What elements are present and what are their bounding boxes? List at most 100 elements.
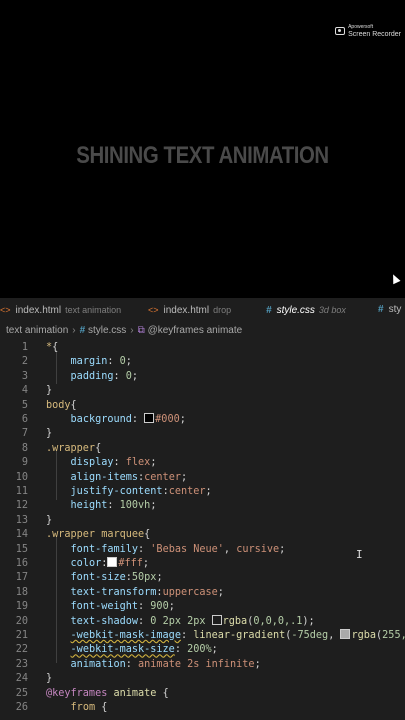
tab-index-html-drop[interactable]: <> index.html drop <box>148 298 237 322</box>
code-line[interactable]: 9 display: flex; <box>0 456 405 470</box>
code-line[interactable]: 1 *{ <box>0 341 405 355</box>
chevron-right-icon: › <box>72 325 76 336</box>
code-line[interactable]: 12 height: 100vh; <box>0 499 405 513</box>
code-text[interactable]: -webkit-mask-size: 200%; <box>46 643 218 657</box>
code-line[interactable]: 17 font-size:50px; <box>0 571 405 585</box>
symbol-keyframes-icon: ⧉ <box>137 325 145 336</box>
css-hash-icon: # <box>378 304 384 315</box>
code-text[interactable]: -webkit-mask-image: linear-gradient(-75d… <box>46 629 405 643</box>
code-text[interactable]: text-transform:uppercase; <box>46 586 224 600</box>
code-text[interactable]: font-weight: 900; <box>46 600 175 614</box>
chevron-right-icon: › <box>130 325 134 336</box>
shining-text-headline: SHINING TEXT ANIMATION <box>76 142 329 169</box>
code-text[interactable]: margin: 0; <box>46 355 132 369</box>
code-text[interactable]: @keyframes animate { <box>46 687 169 701</box>
code-line[interactable]: 20 text-shadow: 0 2px 2px rgba(0,0,0,.1)… <box>0 614 405 629</box>
code-text[interactable]: } <box>46 672 52 686</box>
code-text[interactable]: color: #fff; <box>46 557 149 571</box>
line-number: 19 <box>15 601 28 613</box>
tab-style-css-3d-box[interactable]: # style.css 3d box <box>266 298 352 322</box>
line-number: 18 <box>15 586 28 598</box>
code-text[interactable]: display: flex; <box>46 456 157 470</box>
line-number: 7 <box>21 428 28 440</box>
line-number: 13 <box>15 514 28 526</box>
line-number: 25 <box>15 687 28 699</box>
code-text[interactable]: } <box>46 514 52 528</box>
code-line[interactable]: 18 text-transform:uppercase; <box>0 586 405 600</box>
code-line[interactable]: 10 align-items:center; <box>0 471 405 485</box>
code-text[interactable]: justify-content:center; <box>46 485 212 499</box>
code-line[interactable]: 15 font-family: 'Bebas Neue', cursive; <box>0 543 405 557</box>
code-text[interactable]: from { <box>46 701 108 715</box>
line-number: 20 <box>15 615 28 627</box>
code-line[interactable]: 16 color: #fff; <box>0 557 405 571</box>
code-text[interactable]: padding: 0; <box>46 370 139 384</box>
code-text[interactable]: body{ <box>46 399 77 413</box>
breadcrumb: text animation › # style.css › ⧉ @keyframes … <box>0 322 405 340</box>
code-text[interactable]: background: #000; <box>46 413 186 427</box>
tab-index-html-text-animation[interactable]: <> index.html text animation <box>0 298 127 322</box>
html-code-icon: <> <box>0 305 11 315</box>
code-text[interactable]: font-size:50px; <box>46 571 163 585</box>
code-text[interactable]: font-family: 'Bebas Neue', cursive; <box>46 543 286 557</box>
line-number: 23 <box>15 658 28 670</box>
code-text[interactable]: animation: animate 2s infinite; <box>46 658 261 672</box>
code-line[interactable]: 2 margin: 0; <box>0 355 405 369</box>
code-text[interactable]: .wrapper{ <box>46 442 101 456</box>
line-number: 12 <box>15 500 28 512</box>
line-number: 14 <box>15 529 28 541</box>
code-line[interactable]: 5 body{ <box>0 399 405 413</box>
line-number: 16 <box>15 558 28 569</box>
code-line[interactable]: 25 @keyframes animate { <box>0 687 405 701</box>
line-number: 9 <box>21 457 28 469</box>
line-number: 17 <box>15 572 28 584</box>
code-text[interactable]: height: 100vh; <box>46 499 157 513</box>
browser-preview: Apowersoft Screen Recorder SHINING TEXT … <box>0 0 405 298</box>
breadcrumb-file[interactable]: style.css <box>88 325 126 336</box>
line-number: 4 <box>21 385 28 397</box>
code-text[interactable]: *{ <box>46 341 58 355</box>
mouse-pointer-icon <box>389 272 401 285</box>
css-hash-icon: # <box>266 305 272 316</box>
line-number: 2 <box>21 356 28 368</box>
code-text[interactable]: } <box>46 384 52 398</box>
screen-recorder-badge: Apowersoft Screen Recorder <box>335 24 401 38</box>
code-line[interactable]: 21 -webkit-mask-image: linear-gradient(-… <box>0 629 405 643</box>
code-line[interactable]: 11 justify-content:center; <box>0 485 405 499</box>
line-number: 21 <box>15 630 28 641</box>
line-number: 26 <box>15 702 28 713</box>
code-line[interactable]: 24} <box>0 672 405 686</box>
code-editor[interactable]: I 1 *{2 margin: 0; 3 padding: 0; 4} 5 body{6 … <box>0 340 405 720</box>
code-text[interactable]: text-shadow: 0 2px 2px rgba(0,0,0,.1); <box>46 614 315 629</box>
line-number: 5 <box>21 399 28 411</box>
code-line[interactable]: 13} <box>0 514 405 528</box>
code-line[interactable]: 4} <box>0 384 405 398</box>
line-number: 8 <box>21 442 28 454</box>
line-number: 3 <box>21 370 28 382</box>
code-line[interactable]: 3 padding: 0; <box>0 370 405 384</box>
line-number: 22 <box>15 644 28 656</box>
code-line[interactable]: 23 animation: animate 2s infinite; <box>0 658 405 672</box>
breadcrumb-folder[interactable]: text animation <box>6 325 68 336</box>
code-text[interactable]: .wrapper marquee{ <box>46 528 150 542</box>
code-line[interactable]: 7} <box>0 427 405 441</box>
code-line[interactable]: 14 .wrapper marquee{ <box>0 528 405 542</box>
code-line[interactable]: 19 font-weight: 900; <box>0 600 405 614</box>
breadcrumb-symbol[interactable]: @keyframes animate <box>148 325 243 336</box>
code-text[interactable]: } <box>46 427 52 441</box>
code-line[interactable]: 22 -webkit-mask-size: 200%; <box>0 643 405 657</box>
line-number: 1 <box>21 342 28 353</box>
line-number: 11 <box>15 486 28 497</box>
recorder-brand: Apowersoft <box>348 24 374 30</box>
code-line[interactable]: 6 background: #000; <box>0 413 405 427</box>
camera-icon <box>335 27 346 35</box>
recorder-name: Screen Recorder <box>348 31 401 38</box>
code-text[interactable]: align-items:center; <box>46 471 188 485</box>
line-number: 15 <box>15 543 28 555</box>
code-line[interactable]: 8 .wrapper{ <box>0 442 405 456</box>
tab-style-css-partial[interactable]: # sty <box>378 298 405 322</box>
line-number: 6 <box>21 414 28 425</box>
code-line[interactable]: 26 from { <box>0 701 405 715</box>
css-hash-icon: # <box>79 325 86 336</box>
line-number: 24 <box>15 673 28 685</box>
